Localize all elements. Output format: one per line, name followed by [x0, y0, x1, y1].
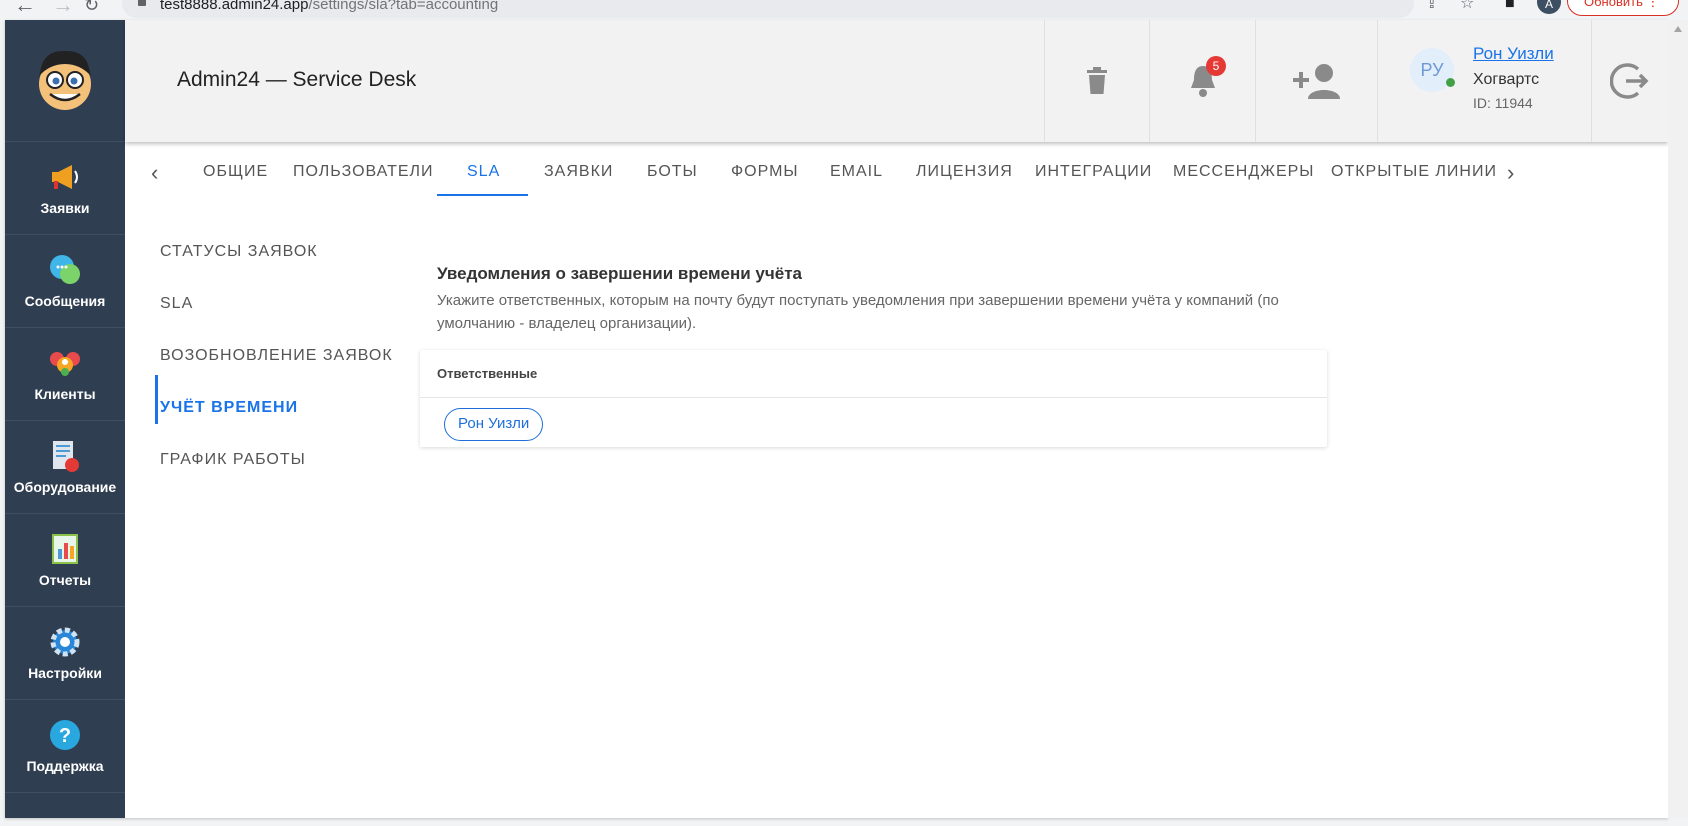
- tab-license[interactable]: ЛИЦЕНЗИЯ: [916, 152, 1013, 212]
- sidebar-item-clients[interactable]: Клиенты: [5, 328, 125, 421]
- profile-avatar[interactable]: A: [1537, 0, 1561, 14]
- sidebar-item-label: Сообщения: [24, 293, 106, 309]
- settings-tabs: ‹ ОБЩИЕ ПОЛЬЗОВАТЕЛИ SLA ЗАЯВКИ БОТЫ ФОР…: [125, 152, 1668, 212]
- tabs-scroll-left-icon[interactable]: ‹: [151, 160, 158, 186]
- sidebar-item-label: Оборудование: [13, 479, 117, 495]
- tab-tickets[interactable]: ЗАЯВКИ: [544, 152, 613, 212]
- subnav-work-schedule[interactable]: ГРАФИК РАБОТЫ: [160, 451, 306, 469]
- svg-text:?: ?: [59, 725, 71, 747]
- section-title: Уведомления о завершении времени учёта: [437, 264, 802, 283]
- browser-toolbar: ← → ↻ test8888.admin24.app/settings/sla?…: [0, 0, 1688, 20]
- forward-arrow-icon[interactable]: →: [52, 0, 74, 16]
- reload-icon[interactable]: ↻: [84, 0, 99, 15]
- tabs-scroll-right-icon[interactable]: ›: [1507, 160, 1514, 186]
- tab-general[interactable]: ОБЩИЕ: [203, 152, 268, 212]
- sidebar-item-label: Поддержка: [26, 758, 104, 774]
- equipment-icon: [48, 439, 82, 473]
- megaphone-icon: [48, 160, 82, 194]
- subnav-time-tracking[interactable]: УЧЁТ ВРЕМЕНИ: [160, 399, 298, 417]
- notification-count-badge: 5: [1206, 56, 1226, 76]
- sidebar-item-label: Заявки: [40, 200, 90, 216]
- tab-users[interactable]: ПОЛЬЗОВАТЕЛИ: [293, 152, 434, 212]
- chat-bubbles-icon: [48, 253, 82, 287]
- trash-icon: [1087, 67, 1107, 94]
- tab-integrations[interactable]: ИНТЕГРАЦИИ: [1035, 152, 1152, 212]
- trash-button[interactable]: [1044, 20, 1149, 142]
- active-subnav-indicator: [155, 375, 158, 424]
- back-arrow-icon[interactable]: ←: [14, 0, 36, 16]
- responsible-user-chip[interactable]: Рон Уизли: [444, 408, 544, 441]
- tab-email[interactable]: EMAIL: [830, 152, 883, 212]
- page-title: Admin24 — Service Desk: [177, 68, 417, 91]
- app-window: Заявки Сообщения Клиенты Оборудование От: [5, 20, 1668, 818]
- card-header: Ответственные: [420, 350, 1327, 398]
- mascot-logo-icon: [39, 50, 91, 110]
- scroll-up-arrow-icon[interactable]: [1674, 26, 1682, 32]
- gear-icon: [48, 625, 82, 659]
- add-user-button[interactable]: [1255, 20, 1377, 142]
- user-id: ID: 11944: [1473, 95, 1533, 111]
- subnav-ticket-statuses[interactable]: СТАТУСЫ ЗАЯВОК: [160, 243, 318, 261]
- tab-bots[interactable]: БОТЫ: [647, 152, 698, 212]
- page-scrollbar[interactable]: [1668, 20, 1688, 818]
- subnav-ticket-reopening[interactable]: ВОЗОБНОВЛЕНИЕ ЗАЯВОК: [160, 347, 393, 365]
- logout-button[interactable]: [1591, 20, 1668, 142]
- tab-messengers[interactable]: МЕССЕНДЖЕРЫ: [1173, 152, 1314, 212]
- share-icon[interactable]: ⇪: [1425, 0, 1438, 12]
- tab-sla[interactable]: SLA: [467, 152, 500, 212]
- tab-open-lines[interactable]: ОТКРЫТЫЕ ЛИНИИ: [1331, 152, 1497, 212]
- section-description: Укажите ответственных, которым на почту …: [437, 292, 1279, 332]
- update-browser-button[interactable]: Обновить ⋮: [1567, 0, 1679, 16]
- sidebar-item-messages[interactable]: Сообщения: [5, 235, 125, 328]
- star-icon[interactable]: ☆: [1460, 0, 1474, 12]
- sidebar-item-reports[interactable]: Отчеты: [5, 514, 125, 607]
- responsibles-card: Ответственные Рон Уизли: [420, 350, 1327, 447]
- sidebar-item-equipment[interactable]: Оборудование: [5, 421, 125, 514]
- add-user-icon: [1292, 64, 1340, 99]
- user-organization: Хогвартс: [1473, 71, 1540, 88]
- active-tab-indicator: [437, 194, 528, 196]
- reports-icon: [48, 532, 82, 566]
- user-name-link[interactable]: Рон Уизли: [1473, 44, 1554, 64]
- url-text[interactable]: test8888.admin24.app/settings/sla?tab=ac…: [160, 0, 498, 13]
- user-profile[interactable]: РУ Рон Уизли Хогвартс ID: 11944: [1377, 20, 1591, 142]
- logo[interactable]: [5, 20, 125, 142]
- sidebar-item-settings[interactable]: Настройки: [5, 607, 125, 700]
- logout-icon: [1610, 63, 1649, 99]
- clients-icon: [48, 346, 82, 380]
- subnav-sla[interactable]: SLA: [160, 295, 193, 313]
- sidebar: Заявки Сообщения Клиенты Оборудование От: [5, 20, 125, 818]
- top-header: Admin24 — Service Desk 5 РУ Рон Уизли Хо…: [125, 20, 1668, 142]
- lock-icon: [138, 0, 146, 6]
- sidebar-item-label: Клиенты: [34, 386, 96, 402]
- extensions-icon[interactable]: ■: [1505, 0, 1515, 12]
- sidebar-item-label: Настройки: [28, 665, 102, 681]
- tab-forms[interactable]: ФОРМЫ: [731, 152, 799, 212]
- help-icon: ?: [48, 718, 82, 752]
- online-status-dot: [1446, 78, 1455, 87]
- sidebar-item-label: Отчеты: [38, 572, 92, 588]
- sidebar-item-support[interactable]: ? Поддержка: [5, 700, 125, 793]
- sidebar-item-tickets[interactable]: Заявки: [5, 142, 125, 235]
- notifications-button[interactable]: 5: [1149, 20, 1255, 142]
